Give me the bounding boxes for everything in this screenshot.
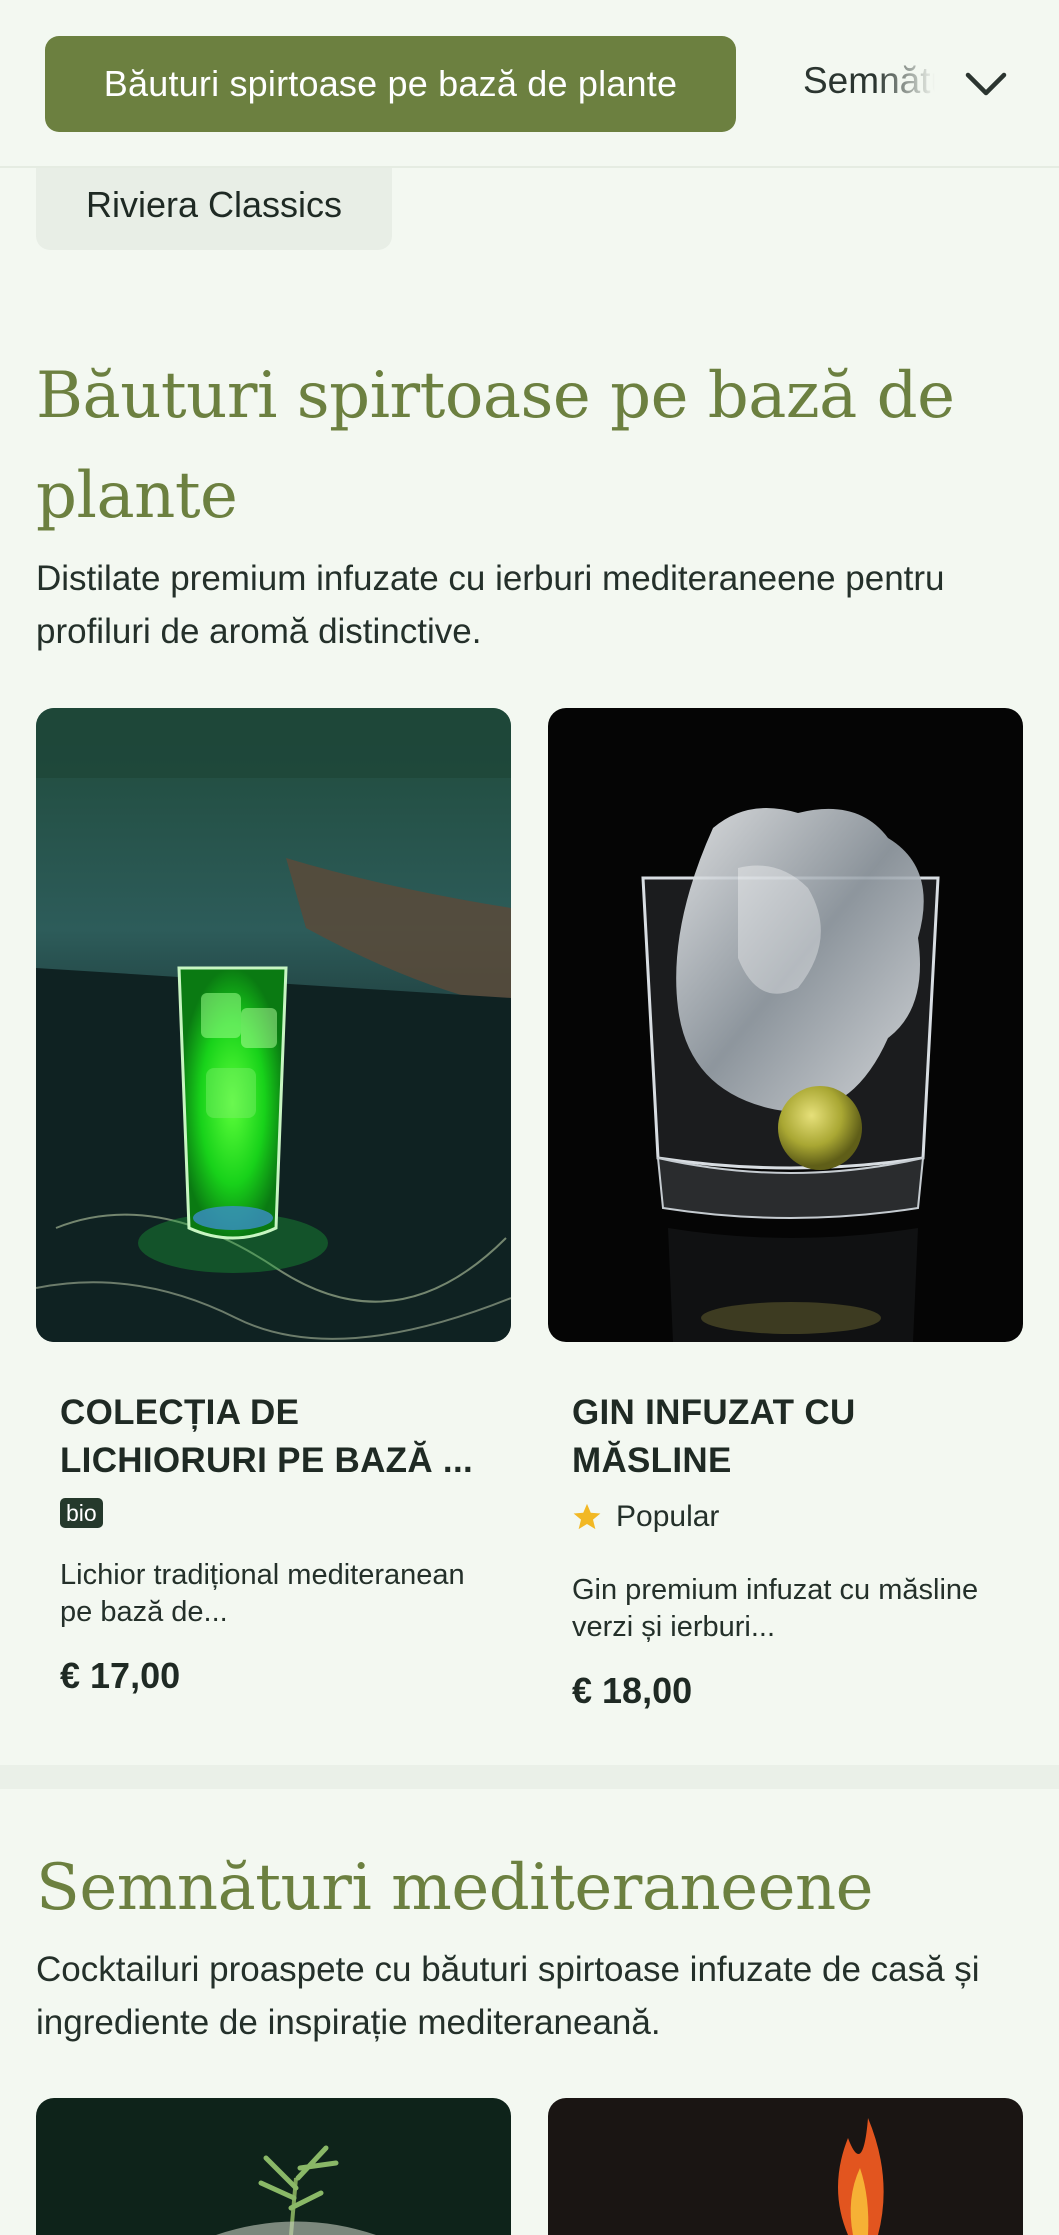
section-divider bbox=[0, 1765, 1059, 1789]
star-icon bbox=[573, 1503, 601, 1530]
category-pill-label: Riviera Classics bbox=[85, 184, 343, 225]
product-description: Lichior tradițional mediteranean pe bază… bbox=[60, 1559, 465, 1628]
product-image-olive-gin[interactable] bbox=[548, 708, 1023, 1342]
section-title: Semnături mediteraneene bbox=[36, 1851, 874, 1925]
section-description: Distilate premium infuzate cu ierburi me… bbox=[36, 559, 945, 651]
section-description: Cocktailuri proaspete cu băuturi spirtoa… bbox=[36, 1950, 980, 2042]
popular-tag: Popular bbox=[572, 1500, 719, 1534]
category-tab-active-label: Băuturi spirtoase pe bază de plante bbox=[103, 63, 678, 104]
product-image-flame-cocktail[interactable] bbox=[548, 2098, 1023, 2235]
product-name[interactable]: COLECȚIA DE LICHIORURI PE BAZĂ ... bbox=[60, 1389, 480, 1485]
product-image-herb-cocktail[interactable] bbox=[36, 2098, 511, 2235]
product-price: € 18,00 bbox=[572, 1670, 693, 1711]
popular-tag-label: Popular bbox=[616, 1500, 720, 1533]
category-tab-next-label: Semnături mediteraneene bbox=[803, 60, 935, 101]
category-tab-active[interactable]: Băuturi spirtoase pe bază de plante bbox=[45, 36, 736, 132]
category-nav: Băuturi spirtoase pe bază de plante Semn… bbox=[0, 0, 1059, 168]
bio-badge: bio bbox=[60, 1498, 103, 1528]
product-image-green-liqueur[interactable] bbox=[36, 708, 511, 1342]
category-tab-next[interactable]: Semnături mediteraneene bbox=[803, 60, 935, 108]
product-name[interactable]: GIN INFUZAT CU MĂSLINE bbox=[572, 1389, 992, 1485]
product-description: Gin premium infuzat cu măsline verzi și … bbox=[572, 1574, 979, 1643]
product-price: € 17,00 bbox=[60, 1655, 181, 1696]
chevron-down-icon[interactable] bbox=[958, 56, 1014, 112]
section-title: Băuturi spirtoase pe bază de plante bbox=[36, 359, 955, 533]
